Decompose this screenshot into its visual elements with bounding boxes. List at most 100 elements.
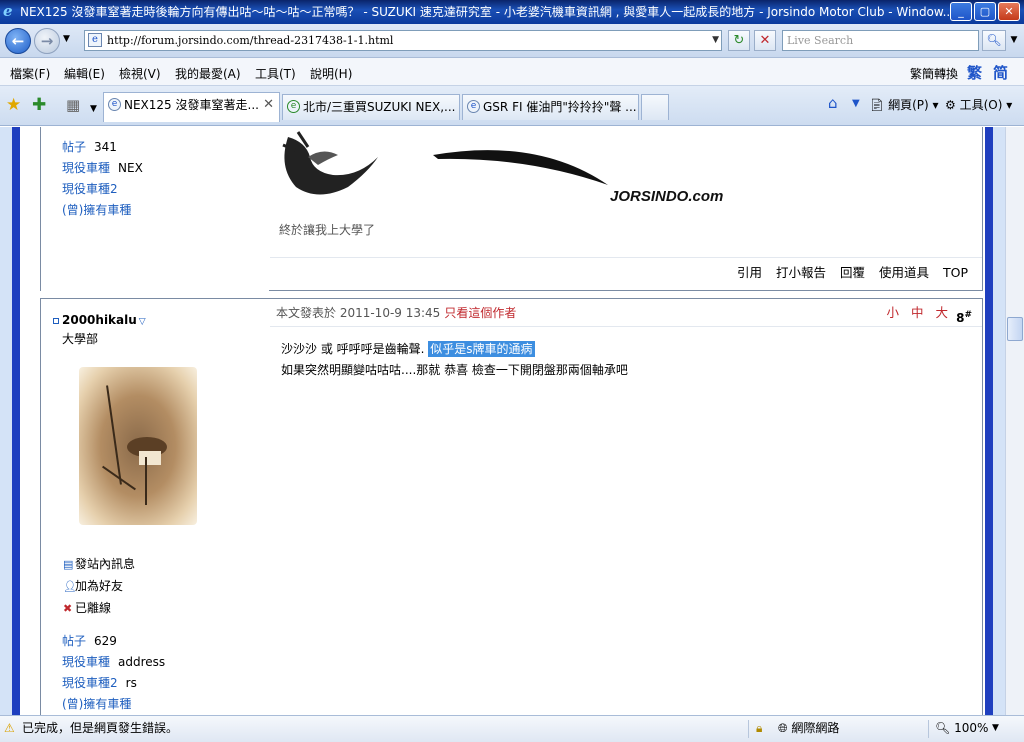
user-avatar [79,367,197,525]
search-button[interactable]: 🔍︎ [982,30,1006,51]
url-input[interactable]: e http://forum.jorsindo.com/thread-23174… [84,30,722,51]
menu-bar: 檔案(F) 編輯(E) 檢視(V) 我的最愛(A) 工具(T) 說明(H) 繁簡… [0,58,1024,86]
page-menu[interactable]: 📄︎ 網頁(P) ▾ [869,96,939,113]
author-only-link[interactable]: 只看這個作者 [444,306,516,320]
top-link[interactable]: TOP [943,265,968,280]
add-friend-icon: 👤︎ [63,580,77,593]
favorites-star-icon[interactable]: ★ [6,95,21,115]
floor-mark: # [964,310,972,320]
stop-button[interactable]: ✕ [754,30,776,51]
menu-tools[interactable]: 工具(T) [255,65,296,82]
stat-vehicle2: 現役車種2 [62,180,126,197]
menu-help[interactable]: 說明(H) [310,65,352,82]
tab-bar: ★ ✚ ▦ ▼ e NEX125 沒發車窒著走... ✕ e 北市/三重買SUZ… [0,86,1024,126]
stat-value: 629 [94,634,117,648]
close-tab-icon[interactable]: ✕ [263,93,274,117]
new-tab-button[interactable] [641,94,669,120]
url-dropdown-icon[interactable]: ▼ [712,31,719,50]
green-page-icon: e [287,100,300,113]
stat-label: (曾)擁有車種 [62,203,132,217]
window-title-bar[interactable]: e NEX125 沒發車窒著走時後輪方向有傳出咕～咕～咕～正常嗎？ - SUZU… [0,0,1024,24]
quote-link[interactable]: 引用 [737,265,762,280]
home-icon[interactable]: ⌂ [828,94,838,112]
tools-menu-label: 工具(O) [959,98,1003,112]
traditional-button[interactable]: 繁 [967,62,982,83]
floor-number: 8# [956,301,972,332]
post-line-2: 如果突然明顯變咕咕咕....那就 恭喜 檢查一下開閉盤那兩個軸承吧 [281,363,628,377]
address-bar: ← → ▼ e http://forum.jorsindo.com/thread… [0,24,1024,58]
convert-label[interactable]: 繁簡轉換 [910,65,958,82]
post-text: 沙沙沙 或 呼呼呼是齒輪聲. [281,342,425,356]
username[interactable]: 2000hikalu ▽ [53,313,146,327]
tab-label: 北市/三重買SUZUKI NEX,... [303,100,456,114]
quick-tabs-icon[interactable]: ▦ [66,95,80,115]
font-size-links[interactable]: 小 中 大 [887,299,952,327]
scrollbar-thumb[interactable] [1007,317,1023,341]
user-menu-caret-icon[interactable]: ▽ [139,317,146,327]
minimize-button[interactable]: _ [950,2,972,21]
use-item-link[interactable]: 使用道具 [879,265,929,280]
previous-post-user-panel: 帖子 341 現役車種 NEX 現役車種2 (曾)擁有車種 [41,127,269,291]
status-message: 已完成，但是網頁發生錯誤。 [22,721,179,735]
feeds-dropdown-icon[interactable]: ▼ [852,98,860,109]
maximize-button[interactable]: ▢ [974,2,996,21]
zoom-control[interactable]: 🔍︎ 100% [935,716,988,741]
tab-gsr[interactable]: e GSR FI 催油門"拎拎拎"聲 ... [462,94,639,120]
add-friend-link[interactable]: 👤︎加為好友 [63,577,123,594]
stat-value: NEX [118,161,143,175]
post-line-1: 沙沙沙 或 呼呼呼是齒輪聲. 似乎是s牌車的通病 [281,339,628,360]
menu-favorites[interactable]: 我的最愛(A) [175,65,241,82]
tab-list-dropdown-icon[interactable]: ▼ [90,99,97,119]
search-dropdown-icon[interactable]: ▼ [1008,30,1020,51]
tab-nex125[interactable]: e NEX125 沒發車窒著走... ✕ [103,92,280,122]
search-input[interactable]: Live Search [782,30,979,51]
link-label: 已離線 [75,601,112,615]
tools-menu[interactable]: ⚙ 工具(O) ▾ [945,96,1012,113]
stat-value: address [118,655,166,669]
close-window-button[interactable]: ✕ [998,2,1020,21]
ie-logo-icon: e [3,2,13,20]
zoom-dropdown-icon[interactable]: ▼ [992,716,999,741]
status-divider [928,720,929,738]
add-favorite-icon[interactable]: ✚ [32,95,46,115]
refresh-button[interactable]: ↻ [728,30,750,51]
vertical-scrollbar[interactable] [1005,127,1024,715]
zoom-value: 100% [954,721,989,735]
report-link[interactable]: 打小報告 [776,265,826,280]
simplified-button[interactable]: 简 [993,62,1008,83]
window-controls: _ ▢ ✕ [950,2,1020,21]
stat-label: (曾)擁有車種 [62,697,132,711]
back-button[interactable]: ← [5,28,31,54]
post-header: 本文發表於 2011-10-9 13:45 只看這個作者 小 中 大 8# [270,299,982,327]
history-dropdown-icon[interactable]: ▼ [63,34,70,44]
menu-edit[interactable]: 編輯(E) [64,65,105,82]
stat-label: 現役車種 [62,655,111,669]
zone-label: 網際網路 [791,721,840,735]
stat-label: 現役車種2 [62,676,118,690]
window-title: NEX125 沒發車窒著走時後輪方向有傳出咕～咕～咕～正常嗎？ - SUZUKI… [20,5,955,19]
stat-vehicle: 現役車種 address [62,653,165,670]
user-group: 大學部 [62,332,99,346]
forward-button[interactable]: → [34,28,60,54]
warning-icon[interactable]: ⚠ [4,721,18,735]
selected-text: 似乎是s牌車的通病 [428,341,535,357]
ie-page-icon: e [108,98,121,111]
tab-label: GSR FI 催油門"拎拎拎"聲 ... [483,100,637,114]
menu-file[interactable]: 檔案(F) [10,65,50,82]
stat-label: 現役車種2 [62,182,118,196]
left-frame [0,127,20,715]
protected-mode-icon: 🔒︎ [756,721,763,735]
tab-sanchong[interactable]: e 北市/三重買SUZUKI NEX,... [282,94,460,120]
stat-value: rs [125,676,137,690]
search-placeholder: Live Search [787,34,854,47]
stat-owned-vehicles: (曾)擁有車種 [62,201,139,218]
reply-link[interactable]: 回覆 [840,265,865,280]
offline-icon: ✖ [63,602,73,615]
stat-owned-vehicles: (曾)擁有車種 [62,695,139,712]
ie-page-icon: e [467,100,480,113]
status-bar: ⚠ 已完成，但是網頁發生錯誤。 🔒︎ 🌐︎ 網際網路 🔍︎ 100% ▼ [0,715,1024,742]
send-pm-link[interactable]: ▤ 發站內訊息 [63,555,135,572]
stat-label: 帖子 [62,634,87,648]
menu-view[interactable]: 檢視(V) [119,65,161,82]
post-actions: 引用 打小報告 回覆 使用道具 TOP [270,257,982,289]
